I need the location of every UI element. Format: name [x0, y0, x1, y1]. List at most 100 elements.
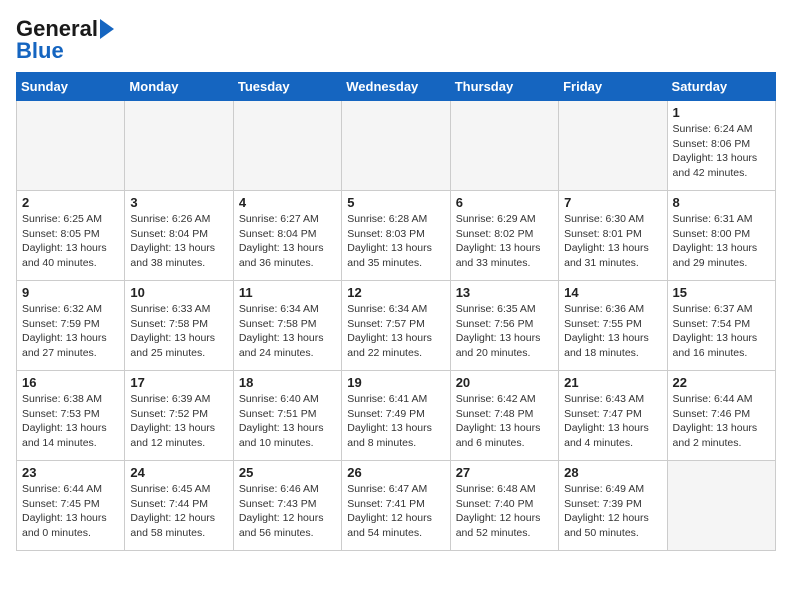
calendar-cell: 1 Sunrise: 6:24 AM Sunset: 8:06 PM Daylig…	[667, 101, 775, 191]
week-row-2: 9 Sunrise: 6:32 AM Sunset: 7:59 PM Daylig…	[17, 281, 776, 371]
column-header-sunday: Sunday	[17, 73, 125, 101]
calendar-cell	[450, 101, 558, 191]
day-number: 17	[130, 375, 227, 390]
day-number: 21	[564, 375, 661, 390]
day-info: Sunrise: 6:36 AM Sunset: 7:55 PM Dayligh…	[564, 302, 661, 361]
day-info: Sunrise: 6:33 AM Sunset: 7:58 PM Dayligh…	[130, 302, 227, 361]
day-info: Sunrise: 6:29 AM Sunset: 8:02 PM Dayligh…	[456, 212, 553, 271]
day-number: 23	[22, 465, 119, 480]
week-row-1: 2 Sunrise: 6:25 AM Sunset: 8:05 PM Daylig…	[17, 191, 776, 281]
day-number: 9	[22, 285, 119, 300]
column-header-saturday: Saturday	[667, 73, 775, 101]
day-info: Sunrise: 6:44 AM Sunset: 7:45 PM Dayligh…	[22, 482, 119, 541]
calendar-cell: 11 Sunrise: 6:34 AM Sunset: 7:58 PM Dayli…	[233, 281, 341, 371]
calendar-cell: 24 Sunrise: 6:45 AM Sunset: 7:44 PM Dayli…	[125, 461, 233, 551]
day-number: 4	[239, 195, 336, 210]
calendar-cell: 2 Sunrise: 6:25 AM Sunset: 8:05 PM Daylig…	[17, 191, 125, 281]
day-number: 2	[22, 195, 119, 210]
logo-text-blue: Blue	[16, 38, 64, 64]
calendar-cell: 9 Sunrise: 6:32 AM Sunset: 7:59 PM Daylig…	[17, 281, 125, 371]
column-header-tuesday: Tuesday	[233, 73, 341, 101]
calendar-header-row: SundayMondayTuesdayWednesdayThursdayFrid…	[17, 73, 776, 101]
calendar-cell: 6 Sunrise: 6:29 AM Sunset: 8:02 PM Daylig…	[450, 191, 558, 281]
day-info: Sunrise: 6:48 AM Sunset: 7:40 PM Dayligh…	[456, 482, 553, 541]
column-header-thursday: Thursday	[450, 73, 558, 101]
calendar-cell	[559, 101, 667, 191]
calendar-cell: 4 Sunrise: 6:27 AM Sunset: 8:04 PM Daylig…	[233, 191, 341, 281]
calendar-cell: 8 Sunrise: 6:31 AM Sunset: 8:00 PM Daylig…	[667, 191, 775, 281]
calendar-cell: 23 Sunrise: 6:44 AM Sunset: 7:45 PM Dayli…	[17, 461, 125, 551]
calendar-table: SundayMondayTuesdayWednesdayThursdayFrid…	[16, 72, 776, 551]
day-number: 28	[564, 465, 661, 480]
day-info: Sunrise: 6:28 AM Sunset: 8:03 PM Dayligh…	[347, 212, 444, 271]
day-info: Sunrise: 6:46 AM Sunset: 7:43 PM Dayligh…	[239, 482, 336, 541]
calendar-cell: 14 Sunrise: 6:36 AM Sunset: 7:55 PM Dayli…	[559, 281, 667, 371]
calendar-cell	[342, 101, 450, 191]
day-number: 27	[456, 465, 553, 480]
day-info: Sunrise: 6:37 AM Sunset: 7:54 PM Dayligh…	[673, 302, 770, 361]
day-info: Sunrise: 6:31 AM Sunset: 8:00 PM Dayligh…	[673, 212, 770, 271]
calendar-cell: 18Sunrise: 6:40 AM Sunset: 7:51 PM Dayli…	[233, 371, 341, 461]
day-info: Sunrise: 6:26 AM Sunset: 8:04 PM Dayligh…	[130, 212, 227, 271]
day-info: Sunrise: 6:45 AM Sunset: 7:44 PM Dayligh…	[130, 482, 227, 541]
calendar-cell: 28Sunrise: 6:49 AM Sunset: 7:39 PM Dayli…	[559, 461, 667, 551]
day-number: 26	[347, 465, 444, 480]
day-info: Sunrise: 6:25 AM Sunset: 8:05 PM Dayligh…	[22, 212, 119, 271]
day-info: Sunrise: 6:44 AM Sunset: 7:46 PM Dayligh…	[673, 392, 770, 451]
calendar-cell: 7 Sunrise: 6:30 AM Sunset: 8:01 PM Daylig…	[559, 191, 667, 281]
day-info: Sunrise: 6:39 AM Sunset: 7:52 PM Dayligh…	[130, 392, 227, 451]
calendar-cell: 22 Sunrise: 6:44 AM Sunset: 7:46 PM Dayli…	[667, 371, 775, 461]
day-number: 1	[673, 105, 770, 120]
day-number: 5	[347, 195, 444, 210]
calendar-cell: 15 Sunrise: 6:37 AM Sunset: 7:54 PM Dayli…	[667, 281, 775, 371]
calendar-cell: 19 Sunrise: 6:41 AM Sunset: 7:49 PM Dayli…	[342, 371, 450, 461]
day-number: 18	[239, 375, 336, 390]
calendar-cell: 27 Sunrise: 6:48 AM Sunset: 7:40 PM Dayli…	[450, 461, 558, 551]
column-header-wednesday: Wednesday	[342, 73, 450, 101]
day-number: 8	[673, 195, 770, 210]
calendar-cell: 26 Sunrise: 6:47 AM Sunset: 7:41 PM Dayli…	[342, 461, 450, 551]
calendar-cell: 12 Sunrise: 6:34 AM Sunset: 7:57 PM Dayli…	[342, 281, 450, 371]
column-header-friday: Friday	[559, 73, 667, 101]
day-number: 14	[564, 285, 661, 300]
logo: General Blue	[16, 16, 114, 64]
day-info: Sunrise: 6:34 AM Sunset: 7:58 PM Dayligh…	[239, 302, 336, 361]
day-info: Sunrise: 6:38 AM Sunset: 7:53 PM Dayligh…	[22, 392, 119, 451]
day-info: Sunrise: 6:24 AM Sunset: 8:06 PM Dayligh…	[673, 122, 770, 181]
day-info: Sunrise: 6:43 AM Sunset: 7:47 PM Dayligh…	[564, 392, 661, 451]
calendar-cell	[233, 101, 341, 191]
week-row-3: 16Sunrise: 6:38 AM Sunset: 7:53 PM Dayli…	[17, 371, 776, 461]
calendar-cell: 21 Sunrise: 6:43 AM Sunset: 7:47 PM Dayli…	[559, 371, 667, 461]
day-number: 13	[456, 285, 553, 300]
day-info: Sunrise: 6:30 AM Sunset: 8:01 PM Dayligh…	[564, 212, 661, 271]
calendar-cell	[125, 101, 233, 191]
day-number: 25	[239, 465, 336, 480]
calendar-cell: 16Sunrise: 6:38 AM Sunset: 7:53 PM Dayli…	[17, 371, 125, 461]
day-number: 12	[347, 285, 444, 300]
calendar-cell	[667, 461, 775, 551]
calendar-cell: 17 Sunrise: 6:39 AM Sunset: 7:52 PM Dayli…	[125, 371, 233, 461]
day-number: 11	[239, 285, 336, 300]
day-info: Sunrise: 6:34 AM Sunset: 7:57 PM Dayligh…	[347, 302, 444, 361]
day-number: 19	[347, 375, 444, 390]
day-number: 7	[564, 195, 661, 210]
day-number: 3	[130, 195, 227, 210]
day-number: 6	[456, 195, 553, 210]
week-row-0: 1 Sunrise: 6:24 AM Sunset: 8:06 PM Daylig…	[17, 101, 776, 191]
day-number: 24	[130, 465, 227, 480]
calendar-cell: 25 Sunrise: 6:46 AM Sunset: 7:43 PM Dayli…	[233, 461, 341, 551]
calendar-cell: 5 Sunrise: 6:28 AM Sunset: 8:03 PM Daylig…	[342, 191, 450, 281]
day-number: 22	[673, 375, 770, 390]
day-info: Sunrise: 6:32 AM Sunset: 7:59 PM Dayligh…	[22, 302, 119, 361]
calendar-cell: 20Sunrise: 6:42 AM Sunset: 7:48 PM Dayli…	[450, 371, 558, 461]
day-number: 15	[673, 285, 770, 300]
day-info: Sunrise: 6:35 AM Sunset: 7:56 PM Dayligh…	[456, 302, 553, 361]
logo-arrow-icon	[100, 19, 114, 39]
day-info: Sunrise: 6:47 AM Sunset: 7:41 PM Dayligh…	[347, 482, 444, 541]
week-row-4: 23 Sunrise: 6:44 AM Sunset: 7:45 PM Dayli…	[17, 461, 776, 551]
column-header-monday: Monday	[125, 73, 233, 101]
day-info: Sunrise: 6:27 AM Sunset: 8:04 PM Dayligh…	[239, 212, 336, 271]
calendar-cell: 3 Sunrise: 6:26 AM Sunset: 8:04 PM Daylig…	[125, 191, 233, 281]
day-number: 10	[130, 285, 227, 300]
day-info: Sunrise: 6:41 AM Sunset: 7:49 PM Dayligh…	[347, 392, 444, 451]
